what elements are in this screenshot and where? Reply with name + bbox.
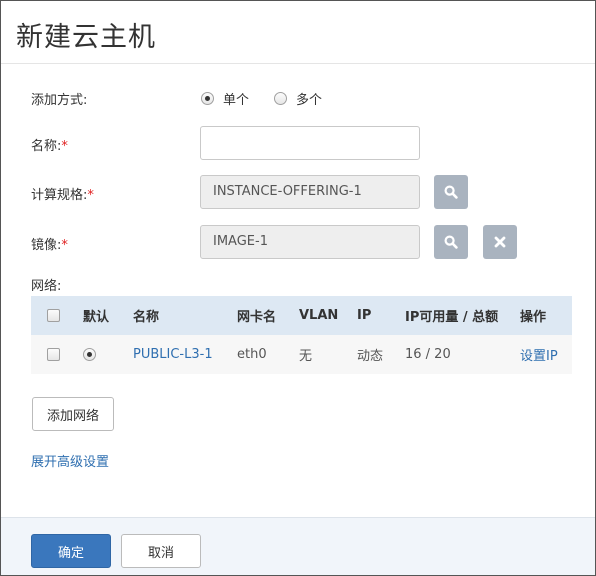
image-required-mark: *: [61, 238, 68, 253]
dialog-footer: 确定 取消: [1, 517, 595, 575]
row-name-cell: PUBLIC-L3-1: [133, 335, 237, 374]
row-nic-cell: eth0: [237, 335, 299, 374]
header-action: 操作: [520, 296, 572, 335]
row-ip-cell: 动态: [357, 335, 405, 374]
image-label-text: 镜像:: [31, 238, 62, 253]
compute-offering-search-button[interactable]: [434, 175, 468, 209]
row-default-cell: [83, 335, 133, 374]
name-label-text: 名称:: [31, 139, 62, 154]
close-icon: [494, 236, 506, 248]
dialog-title: 新建云主机: [16, 22, 156, 53]
compute-offering-field[interactable]: INSTANCE-OFFERING-1: [200, 175, 420, 209]
row-select-cell: [31, 335, 83, 374]
table-row: PUBLIC-L3-1 eth0 无 动态 16 / 20 设置IP: [31, 335, 572, 374]
header-vlan: VLAN: [299, 296, 357, 335]
name-label: 名称:*: [31, 135, 68, 154]
single-radio-label: 单个: [223, 93, 250, 108]
search-icon: [444, 185, 458, 199]
image-search-button[interactable]: [434, 225, 468, 259]
header-ip: IP: [357, 296, 405, 335]
header-ip-capacity: IP可用量 / 总额: [405, 296, 520, 335]
create-vm-dialog: 新建云主机 添加方式: 单个 多个 名称:* 计算规格:* INSTANCE-O…: [0, 0, 596, 576]
select-all-header: [31, 296, 83, 335]
network-name-link[interactable]: PUBLIC-L3-1: [133, 347, 213, 362]
add-mode-single-option[interactable]: 单个: [201, 89, 249, 108]
row-vlan-cell: 无: [299, 335, 357, 374]
header-name: 名称: [133, 296, 237, 335]
row-checkbox[interactable]: [47, 348, 60, 361]
image-clear-button[interactable]: [483, 225, 517, 259]
default-radio[interactable]: [83, 348, 96, 361]
image-label: 镜像:*: [31, 234, 68, 253]
set-ip-link[interactable]: 设置IP: [520, 349, 558, 364]
compute-offering-label-text: 计算规格:: [31, 188, 88, 203]
network-label: 网络:: [31, 279, 62, 294]
image-field[interactable]: IMAGE-1: [200, 225, 420, 259]
row-ip-capacity-cell: 16 / 20: [405, 335, 520, 374]
header-nic: 网卡名: [237, 296, 299, 335]
add-mode-label: 添加方式:: [31, 93, 88, 108]
row-action-cell: 设置IP: [520, 335, 572, 374]
multiple-radio-label: 多个: [296, 93, 323, 108]
compute-offering-label: 计算规格:*: [31, 184, 94, 203]
search-icon: [444, 235, 458, 249]
multiple-radio[interactable]: [274, 92, 287, 105]
compute-offering-required-mark: *: [87, 188, 94, 203]
select-all-checkbox[interactable]: [47, 309, 60, 322]
network-table: 默认 名称 网卡名 VLAN IP IP可用量 / 总额 操作 PUBLIC-L…: [31, 296, 572, 374]
name-input[interactable]: [200, 126, 420, 160]
add-mode-multiple-option[interactable]: 多个: [274, 89, 322, 108]
confirm-button[interactable]: 确定: [31, 534, 111, 568]
dialog-header: 新建云主机: [1, 1, 595, 64]
expand-advanced-link[interactable]: 展开高级设置: [31, 451, 109, 470]
network-table-header-row: 默认 名称 网卡名 VLAN IP IP可用量 / 总额 操作: [31, 296, 572, 335]
single-radio[interactable]: [201, 92, 214, 105]
cancel-button[interactable]: 取消: [121, 534, 201, 568]
header-default: 默认: [83, 296, 133, 335]
add-network-button[interactable]: 添加网络: [32, 397, 114, 431]
name-required-mark: *: [61, 139, 68, 154]
